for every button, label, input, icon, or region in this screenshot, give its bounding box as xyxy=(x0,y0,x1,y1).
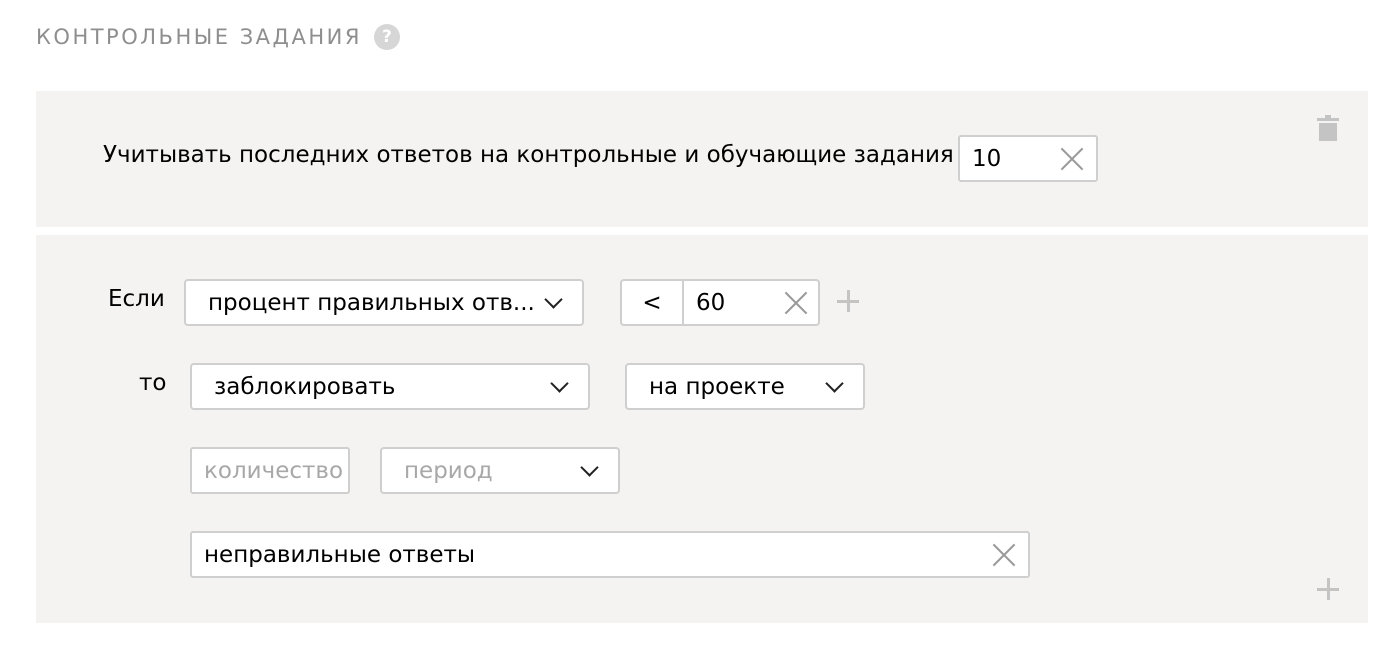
operator-select[interactable]: < xyxy=(622,281,684,324)
period-select[interactable]: период xyxy=(380,447,620,494)
scope-select-value: на проекте xyxy=(649,373,785,400)
chevron-down-icon xyxy=(827,380,841,394)
trash-icon[interactable] xyxy=(1317,115,1339,141)
threshold-value[interactable]: 60 xyxy=(684,281,784,324)
count-input[interactable]: количество xyxy=(190,447,350,494)
help-icon[interactable]: ? xyxy=(373,24,400,50)
if-label: Если xyxy=(108,286,165,312)
action-select-value: заблокировать xyxy=(214,373,396,400)
clear-icon[interactable] xyxy=(992,543,1016,567)
count-placeholder: количество xyxy=(204,457,344,484)
then-label: то xyxy=(139,370,167,396)
section-header: КОНТРОЛЬНЫЕ ЗАДАНИЯ ? xyxy=(36,22,400,52)
history-size-label: Учитывать последних ответов на контрольн… xyxy=(103,142,954,168)
scope-select[interactable]: на проекте xyxy=(625,363,865,410)
history-size-value: 10 xyxy=(972,145,1002,172)
threshold-group: < 60 xyxy=(620,279,820,326)
chevron-down-icon xyxy=(546,296,560,310)
condition-select[interactable]: процент правильных отв... xyxy=(184,279,584,326)
action-select[interactable]: заблокировать xyxy=(190,363,590,410)
period-select-value: период xyxy=(404,457,493,484)
add-rule-icon[interactable] xyxy=(1317,578,1339,600)
chevron-down-icon xyxy=(582,464,596,478)
history-size-input[interactable]: 10 xyxy=(958,135,1098,182)
section-title: КОНТРОЛЬНЫЕ ЗАДАНИЯ xyxy=(36,25,362,49)
condition-select-value: процент правильных отв... xyxy=(208,289,535,316)
clear-icon[interactable] xyxy=(1060,147,1084,171)
chevron-down-icon xyxy=(552,380,566,394)
reason-input[interactable]: неправильные ответы xyxy=(190,531,1030,578)
reason-value: неправильные ответы xyxy=(204,541,476,568)
clear-icon[interactable] xyxy=(784,291,808,315)
add-condition-icon[interactable] xyxy=(837,290,859,312)
